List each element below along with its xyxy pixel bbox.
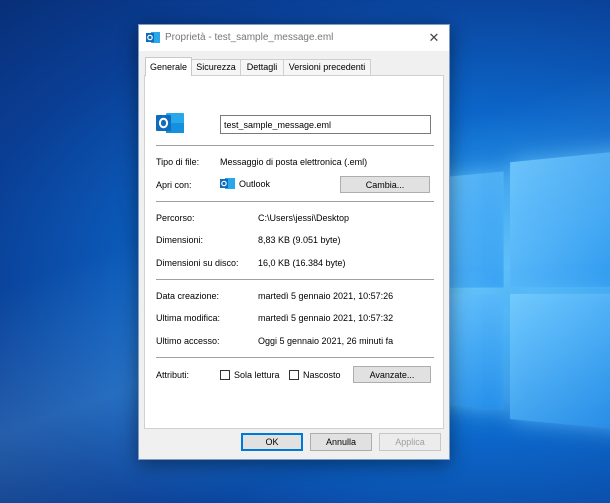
accessed-value: Oggi 5 gennaio 2021, 26 minuti fa xyxy=(258,336,394,346)
created-value: martedì 5 gennaio 2021, 10:57:26 xyxy=(258,291,394,301)
outlook-small-icon xyxy=(220,177,235,192)
file-type-value: Messaggio di posta elettronica (.eml) xyxy=(220,157,368,167)
change-button[interactable]: Cambia... xyxy=(340,176,430,193)
accessed-label: Ultimo accesso: xyxy=(156,336,220,346)
outlook-app-icon xyxy=(156,111,184,137)
location-value: C:\Users\jessi\Desktop xyxy=(258,213,350,223)
file-type-label: Tipo di file: xyxy=(156,157,200,167)
general-tab-panel: Tipo di file: Messaggio di posta elettro… xyxy=(144,75,444,429)
opens-with-value: Outlook xyxy=(239,179,271,189)
window-title: Proprietà - test_sample_message.eml xyxy=(165,32,334,43)
hidden-label: Nascosto xyxy=(303,370,341,380)
separator xyxy=(156,279,434,280)
tab-sicurezza[interactable]: Sicurezza xyxy=(191,59,241,75)
separator xyxy=(156,145,434,146)
opens-with-label: Apri con: xyxy=(156,180,192,190)
hidden-checkbox[interactable] xyxy=(289,370,299,380)
created-label: Data creazione: xyxy=(156,291,220,301)
readonly-checkbox[interactable] xyxy=(220,370,230,380)
readonly-label: Sola lettura xyxy=(234,370,280,380)
attributes-label: Attributi: xyxy=(156,370,190,380)
size-value: 8,83 KB (9.051 byte) xyxy=(258,235,341,245)
advanced-button[interactable]: Avanzate... xyxy=(353,366,431,383)
close-icon: ✕ xyxy=(428,30,440,45)
size-label: Dimensioni: xyxy=(156,235,204,245)
outlook-file-icon xyxy=(146,31,160,46)
properties-dialog: Proprietà - test_sample_message.eml ✕ Ge… xyxy=(138,24,450,460)
tab-dettagli[interactable]: Dettagli xyxy=(240,59,284,75)
modified-value: martedì 5 gennaio 2021, 10:57:32 xyxy=(258,313,394,323)
location-label: Percorso: xyxy=(156,213,195,223)
close-button[interactable]: ✕ xyxy=(425,29,443,47)
file-name-field[interactable] xyxy=(220,115,431,134)
tab-versioni-precedenti[interactable]: Versioni precedenti xyxy=(283,59,371,75)
apply-button[interactable]: Applica xyxy=(379,433,441,451)
tab-generale[interactable]: Generale xyxy=(145,57,192,76)
modified-label: Ultima modifica: xyxy=(156,313,221,323)
separator xyxy=(156,201,434,202)
ok-button[interactable]: OK xyxy=(241,433,303,451)
separator xyxy=(156,357,434,358)
title-bar[interactable]: Proprietà - test_sample_message.eml ✕ xyxy=(139,25,449,51)
cancel-button[interactable]: Annulla xyxy=(310,433,372,451)
size-on-disk-label: Dimensioni su disco: xyxy=(156,258,239,268)
size-on-disk-value: 16,0 KB (16.384 byte) xyxy=(258,258,346,268)
